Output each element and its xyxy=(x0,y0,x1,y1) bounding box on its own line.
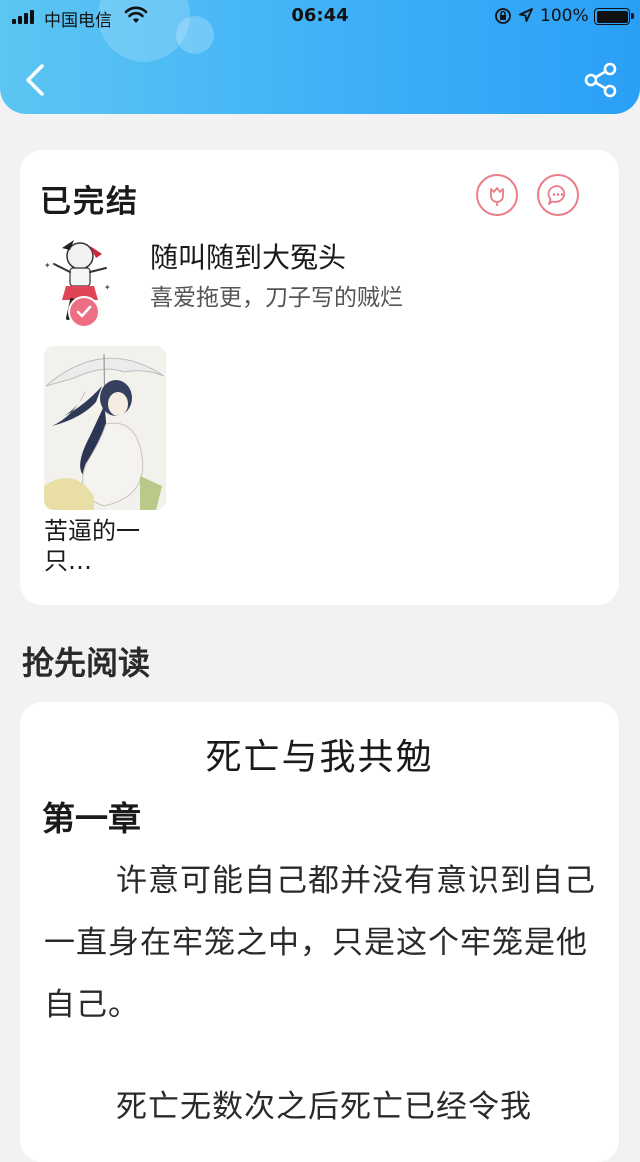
author-name[interactable]: 随叫随到大冤头 xyxy=(150,236,346,276)
chevron-left-icon xyxy=(26,64,44,96)
section-title: 抢先阅读 xyxy=(22,644,151,682)
book-title[interactable]: 苦逼的一只… xyxy=(44,516,154,576)
rotation-lock-icon xyxy=(495,8,511,24)
flower-button[interactable] xyxy=(476,174,518,216)
paragraph: 死亡无数次之后死亡已经令我 xyxy=(116,1089,532,1125)
battery-percent: 100% xyxy=(540,6,589,26)
share-icon xyxy=(584,62,617,98)
status-bar: 中国电信 06:44 100% xyxy=(0,0,640,34)
location-icon xyxy=(519,8,533,22)
author-card: 已完结 ✦ ✦ 随叫随到大冤头 喜爱拖更，刀子写的贼烂 苦逼的一只… xyxy=(20,150,619,605)
check-icon xyxy=(76,305,92,318)
comment-icon xyxy=(547,185,566,205)
back-button[interactable] xyxy=(18,58,54,102)
book-cover-illustration xyxy=(44,346,166,510)
completion-status: 已完结 xyxy=(40,184,139,220)
header-bar: 中国电信 06:44 100% xyxy=(0,0,640,114)
preview-card[interactable]: 死亡与我共勉 第一章 许意可能自己都并没有意识到自己一直身在牢笼之中，只是这个牢… xyxy=(20,702,619,1162)
author-signature: 喜爱拖更，刀子写的贼烂 xyxy=(150,285,403,311)
chapter-title: 第一章 xyxy=(42,799,141,838)
verified-badge xyxy=(68,296,100,328)
svg-text:✦: ✦ xyxy=(104,283,111,292)
flower-icon xyxy=(490,187,504,206)
svg-text:✦: ✦ xyxy=(44,261,51,270)
comment-button[interactable] xyxy=(537,174,579,216)
share-button[interactable] xyxy=(582,60,620,100)
paragraph: 许意可能自己都并没有意识到自己一直身在牢笼之中，只是这个牢笼是他自己。 xyxy=(44,863,596,1023)
novel-title: 死亡与我共勉 xyxy=(205,737,434,778)
battery-icon xyxy=(594,8,634,25)
book-cover[interactable] xyxy=(44,346,166,510)
